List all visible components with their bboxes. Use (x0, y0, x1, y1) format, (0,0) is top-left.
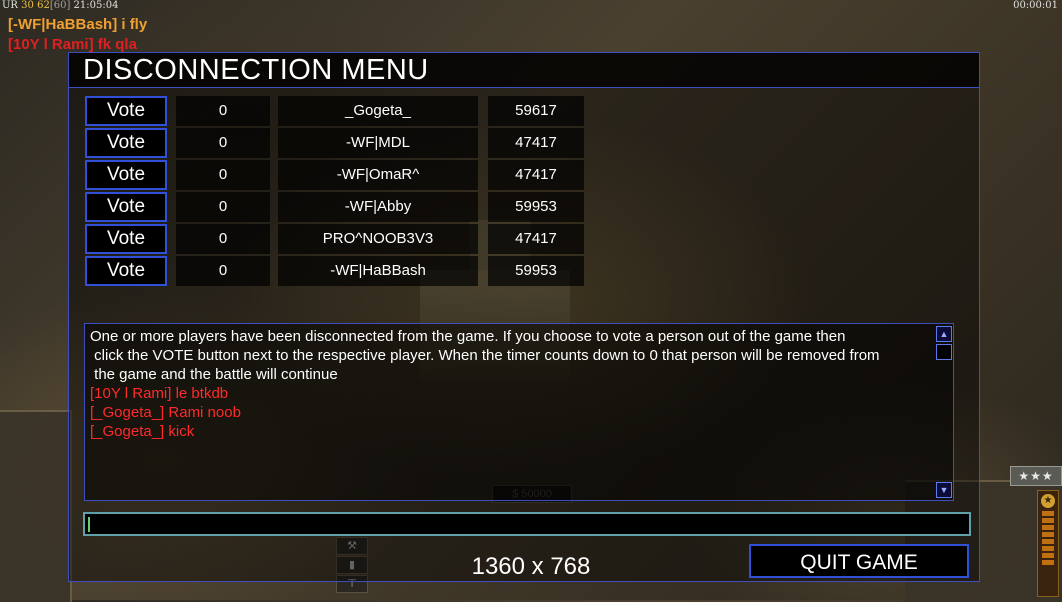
info-text-line: the game and the battle will continue (90, 366, 338, 383)
chat-input[interactable] (83, 512, 971, 536)
vote-button[interactable]: Vote (85, 192, 167, 222)
vote-count: 0 (176, 192, 270, 222)
medal-icon: ★ (1041, 494, 1055, 508)
stat-a: 30 (21, 0, 34, 11)
player-ping: 59953 (488, 192, 584, 222)
player-ping: 47417 (488, 224, 584, 254)
vote-count: 0 (176, 256, 270, 286)
scrollbar-thumb[interactable] (936, 344, 952, 360)
info-text-line: One or more players have been disconnect… (90, 328, 846, 345)
text-caret (88, 517, 90, 532)
vote-button[interactable]: Vote (85, 96, 167, 126)
vote-button[interactable]: Vote (85, 160, 167, 190)
scroll-up-arrow-icon[interactable]: ▲ (936, 326, 952, 342)
vote-button[interactable]: Vote (85, 128, 167, 158)
game-timer: 00:00:01 (1013, 0, 1058, 11)
stat-b: 62 (37, 0, 50, 11)
ingame-chat-line: [-WF|HaBBash] i fly (8, 16, 148, 33)
player-name: -WF|MDL (278, 128, 478, 158)
chat-message: [10Y l Rami] le btkdb (90, 385, 229, 402)
rank-meter: ★ (1037, 490, 1059, 597)
top-left-stats: UR 30 62[60] 21:05:04 (2, 0, 118, 11)
rank-stars: ★★★ (1010, 466, 1062, 486)
ingame-chat-line: [10Y l Rami] fk qla (8, 36, 137, 53)
chat-log: One or more players have been disconnect… (84, 323, 954, 501)
vote-count: 0 (176, 224, 270, 254)
player-name: -WF|HaBBash (278, 256, 478, 286)
quit-game-button[interactable]: QUIT GAME (749, 544, 969, 578)
chat-message: [_Gogeta_] Rami noob (90, 404, 241, 421)
player-ping: 59953 (488, 256, 584, 286)
stat-c: [60] (49, 0, 71, 11)
player-ping: 59617 (488, 96, 584, 126)
info-text-line: click the VOTE button next to the respec… (90, 347, 880, 364)
stat-prefix: UR (2, 0, 18, 11)
vote-button[interactable]: Vote (85, 224, 167, 254)
resolution-label: 1360 x 768 (471, 553, 591, 580)
player-ping: 47417 (488, 128, 584, 158)
left-hud-panel (0, 410, 72, 602)
chat-message: [_Gogeta_] kick (90, 423, 195, 440)
vote-count: 0 (176, 160, 270, 190)
dialog-title-bar: DISCONNECTION MENU (69, 53, 979, 88)
vote-button[interactable]: Vote (85, 256, 167, 286)
vote-count: 0 (176, 96, 270, 126)
player-name: -WF|OmaR^ (278, 160, 478, 190)
vote-count: 0 (176, 128, 270, 158)
disconnection-dialog: DISCONNECTION MENU Vote 0 _Gogeta_ 59617… (68, 52, 980, 582)
player-name: PRO^NOOB3V3 (278, 224, 478, 254)
dialog-title: DISCONNECTION MENU (83, 54, 429, 86)
scroll-down-arrow-icon[interactable]: ▼ (936, 482, 952, 498)
player-ping: 47417 (488, 160, 584, 190)
player-name: -WF|Abby (278, 192, 478, 222)
player-name: _Gogeta_ (278, 96, 478, 126)
clock-time: 21:05:04 (73, 0, 119, 11)
